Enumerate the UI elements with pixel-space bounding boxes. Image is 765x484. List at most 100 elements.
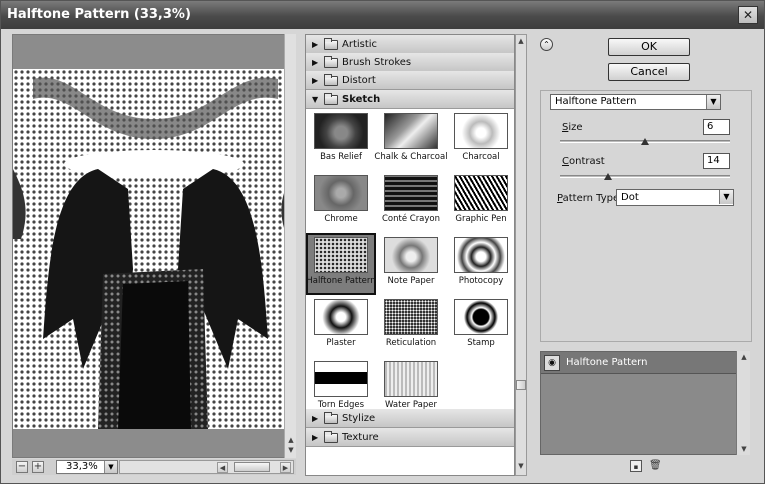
filter-label: Bas Relief xyxy=(320,152,362,162)
collapse-chevron-icon[interactable]: ⌃ xyxy=(540,38,553,51)
trash-icon[interactable]: 🗑 xyxy=(649,460,662,472)
cancel-button[interactable]: Cancel xyxy=(608,63,690,81)
expand-triangle-icon[interactable]: ▶ xyxy=(312,409,318,428)
filter-select-value: Halftone Pattern xyxy=(555,96,637,107)
scroll-thumb[interactable] xyxy=(234,462,270,472)
filter-thumb-chalk-charcoal[interactable]: Chalk & Charcoal xyxy=(374,109,448,171)
filter-preview-image xyxy=(314,361,368,397)
filter-thumb-halftone-pattern[interactable]: Halftone Pattern xyxy=(306,233,376,295)
scroll-down-icon[interactable]: ▼ xyxy=(286,446,296,456)
category-brush-strokes[interactable]: ▶ Brush Strokes xyxy=(306,53,514,72)
filter-preview-image xyxy=(384,299,438,335)
folder-icon xyxy=(324,412,338,424)
filter-thumb-chrome[interactable]: Chrome xyxy=(306,171,376,233)
category-artistic[interactable]: ▶ Artistic xyxy=(306,35,514,54)
filter-label: Plaster xyxy=(326,338,356,348)
filter-thumb-graphic-pen[interactable]: Graphic Pen xyxy=(446,171,514,233)
zoom-out-button[interactable]: − xyxy=(16,461,28,473)
dropdown-arrow-icon[interactable]: ▼ xyxy=(719,190,733,204)
scroll-up-icon[interactable]: ▲ xyxy=(739,353,749,361)
category-distort[interactable]: ▶ Distort xyxy=(306,71,514,90)
size-slider-handle[interactable] xyxy=(641,138,649,145)
folder-icon xyxy=(324,38,338,50)
filter-thumb-reticulation[interactable]: Reticulation xyxy=(376,295,446,357)
expand-triangle-icon[interactable]: ▶ xyxy=(312,53,318,72)
zoom-in-button[interactable]: + xyxy=(32,461,44,473)
filter-preview-image xyxy=(314,299,368,335)
effect-layers-panel: ◉ Halftone Pattern xyxy=(540,351,750,455)
filter-label: Conté Crayon xyxy=(381,214,441,224)
sketch-filter-grid: Bas Relief Chalk & Charcoal Charcoal Chr… xyxy=(306,109,514,411)
filter-thumb-bas-relief[interactable]: Bas Relief xyxy=(306,109,376,171)
expand-triangle-icon[interactable]: ▶ xyxy=(312,71,318,90)
filter-thumb-stamp[interactable]: Stamp xyxy=(446,295,514,357)
filter-gallery-list: ▶ Artistic ▶ Brush Strokes ▶ Distort ▼ S… xyxy=(305,34,515,476)
contrast-field[interactable]: 14 xyxy=(703,153,730,169)
category-label: Sketch xyxy=(342,94,381,105)
category-sketch[interactable]: ▼ Sketch xyxy=(306,90,514,109)
effect-layer-row[interactable]: ◉ Halftone Pattern xyxy=(541,352,737,374)
category-label: Texture xyxy=(342,432,379,443)
new-layer-icon[interactable]: ▪ xyxy=(630,460,642,472)
effect-layer-name: Halftone Pattern xyxy=(566,357,648,368)
preview-controls: − + 33,3% ▼ ◀ ▶ xyxy=(12,459,296,475)
preview-image[interactable] xyxy=(13,69,294,429)
eye-icon[interactable]: ◉ xyxy=(544,355,560,371)
filter-thumb-note-paper[interactable]: Note Paper xyxy=(376,233,446,295)
expand-triangle-icon[interactable]: ▶ xyxy=(312,428,318,447)
category-stylize[interactable]: ▶ Stylize xyxy=(306,409,514,428)
filter-thumb-photocopy[interactable]: Photocopy xyxy=(446,233,514,295)
scroll-up-icon[interactable]: ▲ xyxy=(286,436,296,446)
gallery-scrollbar[interactable]: ▲ ▼ xyxy=(515,34,527,476)
category-label: Brush Strokes xyxy=(342,57,412,68)
zoom-select[interactable]: 33,3% ▼ xyxy=(56,460,118,474)
scroll-right-icon[interactable]: ▶ xyxy=(280,462,291,473)
title-bar: Halftone Pattern (33,3%) ✕ xyxy=(1,1,764,29)
filter-label: Reticulation xyxy=(385,338,437,348)
ok-button[interactable]: OK xyxy=(608,38,690,56)
filter-label: Note Paper xyxy=(387,276,435,286)
filter-preview-image xyxy=(454,175,508,211)
filter-label: Halftone Pattern xyxy=(306,276,376,286)
folder-icon xyxy=(324,74,338,86)
zoom-value: 33,3% xyxy=(66,461,98,472)
filter-label: Chrome xyxy=(324,214,358,224)
close-icon[interactable]: ✕ xyxy=(738,6,758,24)
filter-preview-image xyxy=(384,175,438,211)
filter-preview-image xyxy=(314,113,368,149)
contrast-slider[interactable] xyxy=(560,175,730,178)
filter-thumb-conte-crayon[interactable]: Conté Crayon xyxy=(376,171,446,233)
dropdown-arrow-icon[interactable]: ▼ xyxy=(104,461,117,473)
preview-pane[interactable] xyxy=(12,34,295,458)
preview-vertical-scrollbar[interactable]: ▲ ▼ xyxy=(284,34,296,458)
filter-preview-image xyxy=(384,113,438,149)
filter-label: Graphic Pen xyxy=(455,214,507,224)
expand-triangle-icon[interactable]: ▶ xyxy=(312,35,318,54)
window-title: Halftone Pattern (33,3%) xyxy=(7,7,191,22)
scroll-down-icon[interactable]: ▼ xyxy=(739,445,749,453)
dropdown-arrow-icon[interactable]: ▼ xyxy=(706,95,720,109)
contrast-slider-handle[interactable] xyxy=(603,173,612,180)
scroll-thumb[interactable] xyxy=(516,380,526,390)
pattern-type-label: Pattern Type: xyxy=(557,193,623,204)
pattern-type-select[interactable]: Dot ▼ xyxy=(616,189,734,206)
filter-preview-image xyxy=(384,361,438,397)
filter-select[interactable]: Halftone Pattern ▼ xyxy=(550,94,721,110)
category-label: Artistic xyxy=(342,39,378,50)
collapse-triangle-icon[interactable]: ▼ xyxy=(312,90,318,109)
filter-thumb-plaster[interactable]: Plaster xyxy=(306,295,376,357)
scroll-left-icon[interactable]: ◀ xyxy=(217,462,228,473)
category-label: Stylize xyxy=(342,413,376,424)
pattern-type-value: Dot xyxy=(621,192,639,203)
filter-preview-image xyxy=(454,237,508,273)
folder-icon xyxy=(324,431,338,443)
size-field[interactable]: 6 xyxy=(703,119,730,135)
layers-scrollbar[interactable]: ▲ ▼ xyxy=(736,351,750,455)
filter-thumb-charcoal[interactable]: Charcoal xyxy=(446,109,514,171)
filter-preview-image xyxy=(454,299,508,335)
category-texture[interactable]: ▶ Texture xyxy=(306,428,514,447)
preview-horizontal-scrollbar[interactable]: ◀ ▶ xyxy=(119,460,294,474)
scroll-down-icon[interactable]: ▼ xyxy=(516,462,526,473)
scroll-up-icon[interactable]: ▲ xyxy=(516,37,526,48)
filter-gallery-window: Halftone Pattern (33,3%) ✕ ▲ ▼ − + 33,3%… xyxy=(0,0,765,484)
